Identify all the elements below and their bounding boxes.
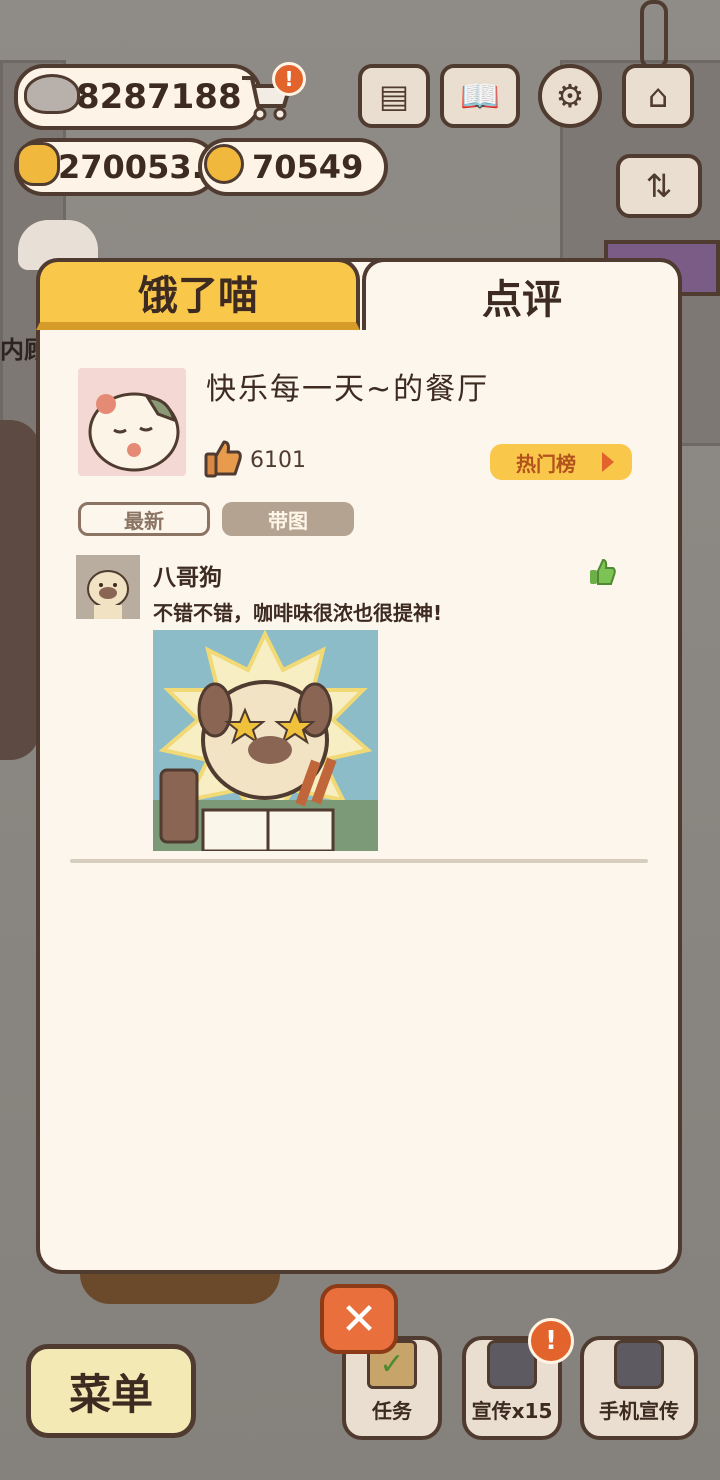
settings-button[interactable]: ⚙ (538, 64, 602, 128)
review-photo[interactable] (153, 630, 378, 851)
shop-button[interactable]: ⌂ (622, 64, 694, 128)
arrow-right-icon (602, 452, 614, 472)
bell-counter: 70549 (198, 138, 388, 196)
hot-ranking-button[interactable]: 热门榜 (490, 444, 632, 480)
news-button[interactable]: ▤ (358, 64, 430, 128)
star-counter: 270053. (14, 138, 218, 196)
menu-button[interactable]: 菜单 (26, 1344, 196, 1438)
newspaper-icon: ▤ (378, 77, 410, 115)
background-floor-shape (80, 1274, 280, 1304)
promo-label: 宣传x15 (471, 1399, 553, 1423)
restaurant-name: 快乐每一天~的餐厅 (206, 372, 490, 407)
tasks-label: 任务 (372, 1399, 412, 1423)
tab-reviews[interactable]: 点评 (362, 258, 682, 330)
bell-count: 70549 (252, 148, 364, 186)
tab-ele-miao[interactable]: 饿了喵 (36, 258, 360, 330)
filter-newest[interactable]: 最新 (78, 502, 210, 536)
phone-promo-label: 手机宣传 (599, 1399, 679, 1423)
restaurant-avatar (78, 368, 186, 476)
reviewer-avatar (76, 555, 140, 619)
chain-decoration (640, 0, 668, 70)
cart-alert-badge: ! (272, 62, 306, 96)
sort-button[interactable]: ⇅ (616, 154, 702, 218)
phone-promo-button[interactable]: 手机宣传 (580, 1336, 698, 1440)
sort-icon: ⇅ (645, 167, 673, 205)
background-character (0, 420, 40, 760)
phone-promo-icon (614, 1340, 664, 1389)
star-count: 270053. (58, 148, 204, 186)
filter-with-image[interactable]: 带图 (222, 502, 354, 536)
shop-icon: ⌂ (647, 77, 669, 115)
gear-icon: ⚙ (555, 77, 585, 115)
thumbs-up-icon (204, 438, 242, 482)
like-count: 6101 (250, 448, 306, 473)
star-icon (16, 142, 60, 186)
fish-count: 8287188 (76, 77, 242, 117)
review-divider (70, 859, 648, 863)
bell-icon (204, 144, 244, 184)
close-button[interactable]: ✕ (320, 1284, 398, 1354)
fish-counter: 8287188 (14, 64, 262, 130)
recipe-book-button[interactable]: 📖 (440, 64, 520, 128)
review-like-icon[interactable] (588, 558, 616, 590)
hot-ranking-label: 热门榜 (516, 451, 576, 476)
review-text: 不错不错，咖啡味很浓也很提神! (153, 601, 443, 625)
promo-alert-badge: ! (528, 1318, 574, 1364)
fish-icon (24, 74, 80, 114)
book-icon: 📖 (460, 77, 500, 115)
reviewer-name: 八哥狗 (153, 565, 222, 591)
